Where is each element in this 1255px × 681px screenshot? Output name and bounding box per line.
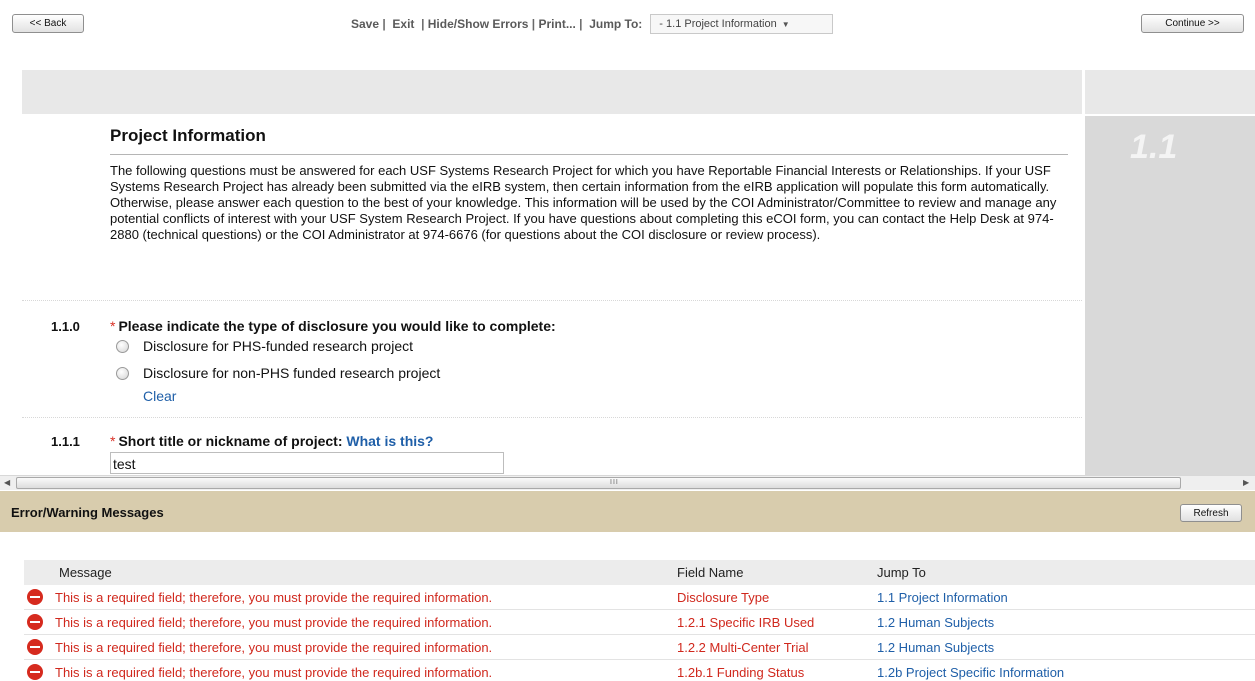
error-icon <box>27 664 43 680</box>
error-field-name: Disclosure Type <box>677 589 770 605</box>
error-field-name: 1.2b.1 Funding Status <box>677 664 805 680</box>
column-header-field-name: Field Name <box>677 565 744 580</box>
chevron-down-icon: ▼ <box>781 19 790 29</box>
error-panel-header: Error/Warning Messages Refresh <box>0 491 1255 532</box>
section-number: 1.1 <box>1130 128 1178 166</box>
project-title-input[interactable]: test <box>110 452 504 474</box>
section-header-bar-side <box>1085 70 1255 114</box>
scrollbar-thumb[interactable]: III <box>16 477 1181 489</box>
section-number-column <box>1085 116 1255 475</box>
message-cell: This is a required field; therefore, you… <box>24 639 677 655</box>
error-field-name: 1.2.1 Specific IRB Used <box>677 614 815 630</box>
row-divider <box>22 300 1082 301</box>
radio-option-phs[interactable]: Disclosure for PHS-funded research proje… <box>116 338 413 354</box>
error-message: This is a required field; therefore, you… <box>55 639 493 655</box>
column-header-jump-to: Jump To <box>877 565 926 580</box>
error-field-name: 1.2.2 Multi-Center Trial <box>677 639 809 655</box>
table-row: This is a required field; therefore, you… <box>24 585 1255 610</box>
error-icon <box>27 589 43 605</box>
clear-link[interactable]: Clear <box>143 388 176 404</box>
jump-to-link[interactable]: 1.2b Project Specific Information <box>877 665 1255 680</box>
what-is-this-link[interactable]: What is this? <box>346 433 433 449</box>
jump-to-link[interactable]: 1.1 Project Information <box>877 590 1255 605</box>
radio-label: Disclosure for PHS-funded research proje… <box>143 338 414 354</box>
back-button[interactable]: << Back <box>12 14 84 33</box>
title-divider <box>110 154 1068 155</box>
jump-to-link[interactable]: 1.2 Human Subjects <box>877 615 1255 630</box>
error-table-header: Message Field Name Jump To <box>24 560 1255 585</box>
print-link[interactable]: Print... <box>538 17 575 31</box>
refresh-button[interactable]: Refresh <box>1180 504 1242 522</box>
toolbar-separator: | <box>575 17 590 31</box>
question-label: * Please indicate the type of disclosure … <box>110 318 556 334</box>
table-row: This is a required field; therefore, you… <box>24 610 1255 635</box>
radio-option-non-phs[interactable]: Disclosure for non-PHS funded research p… <box>116 365 440 381</box>
jump-to-label: Jump To: <box>589 17 643 31</box>
form-pane: 1.1 Project Information The following qu… <box>0 46 1255 475</box>
radio-button[interactable] <box>116 339 129 353</box>
question-label: * Short title or nickname of project: Wha… <box>110 433 434 449</box>
top-toolbar: << Back Save | Exit | Hide/Show Errors |… <box>0 0 1255 46</box>
scrollbar-grip: III <box>610 479 619 486</box>
toolbar-actions: Save | Exit | Hide/Show Errors | Print..… <box>351 14 834 34</box>
continue-button[interactable]: Continue >> <box>1141 14 1244 33</box>
jump-to-selected-value: - 1.1 Project Information <box>659 18 777 30</box>
save-link[interactable]: Save <box>351 17 379 31</box>
question-number: 1.1.1 <box>51 434 80 449</box>
toolbar-separator: | <box>414 17 428 31</box>
section-header-bar <box>22 70 1082 114</box>
toolbar-separator: | <box>528 17 539 31</box>
error-panel-title: Error/Warning Messages <box>11 505 164 520</box>
required-mark: * <box>110 318 116 334</box>
column-header-message: Message <box>59 565 112 580</box>
radio-button[interactable] <box>116 366 129 380</box>
radio-label: Disclosure for non-PHS funded research p… <box>143 365 441 381</box>
scroll-right-icon[interactable]: ▶ <box>1243 478 1249 487</box>
row-divider <box>22 417 1082 418</box>
message-cell: This is a required field; therefore, you… <box>24 589 677 605</box>
question-text: Short title or nickname of project: <box>118 433 343 449</box>
question-text: Please indicate the type of disclosure y… <box>118 318 556 334</box>
table-row: This is a required field; therefore, you… <box>24 635 1255 660</box>
error-message: This is a required field; therefore, you… <box>55 614 493 630</box>
section-intro-text: The following questions must be answered… <box>110 163 1057 242</box>
scroll-left-icon[interactable]: ◀ <box>4 478 10 487</box>
section-title: Project Information <box>110 126 266 145</box>
error-message: This is a required field; therefore, you… <box>55 589 493 605</box>
jump-to-select[interactable]: - 1.1 Project Information ▼ <box>650 14 834 34</box>
question-number: 1.1.0 <box>51 319 80 334</box>
table-row: This is a required field; therefore, you… <box>24 660 1255 681</box>
error-icon <box>27 614 43 630</box>
toolbar-separator: | <box>379 17 393 31</box>
error-icon <box>27 639 43 655</box>
exit-link[interactable]: Exit <box>392 17 414 31</box>
message-cell: This is a required field; therefore, you… <box>24 614 677 630</box>
jump-to-link[interactable]: 1.2 Human Subjects <box>877 640 1255 655</box>
error-message: This is a required field; therefore, you… <box>55 664 493 680</box>
required-mark: * <box>110 433 116 449</box>
hide-show-errors-link[interactable]: Hide/Show Errors <box>428 17 529 31</box>
error-table: Message Field Name Jump To This is a req… <box>24 560 1255 681</box>
message-cell: This is a required field; therefore, you… <box>24 664 677 680</box>
horizontal-scrollbar[interactable]: ◀ III ▶ <box>0 475 1255 490</box>
